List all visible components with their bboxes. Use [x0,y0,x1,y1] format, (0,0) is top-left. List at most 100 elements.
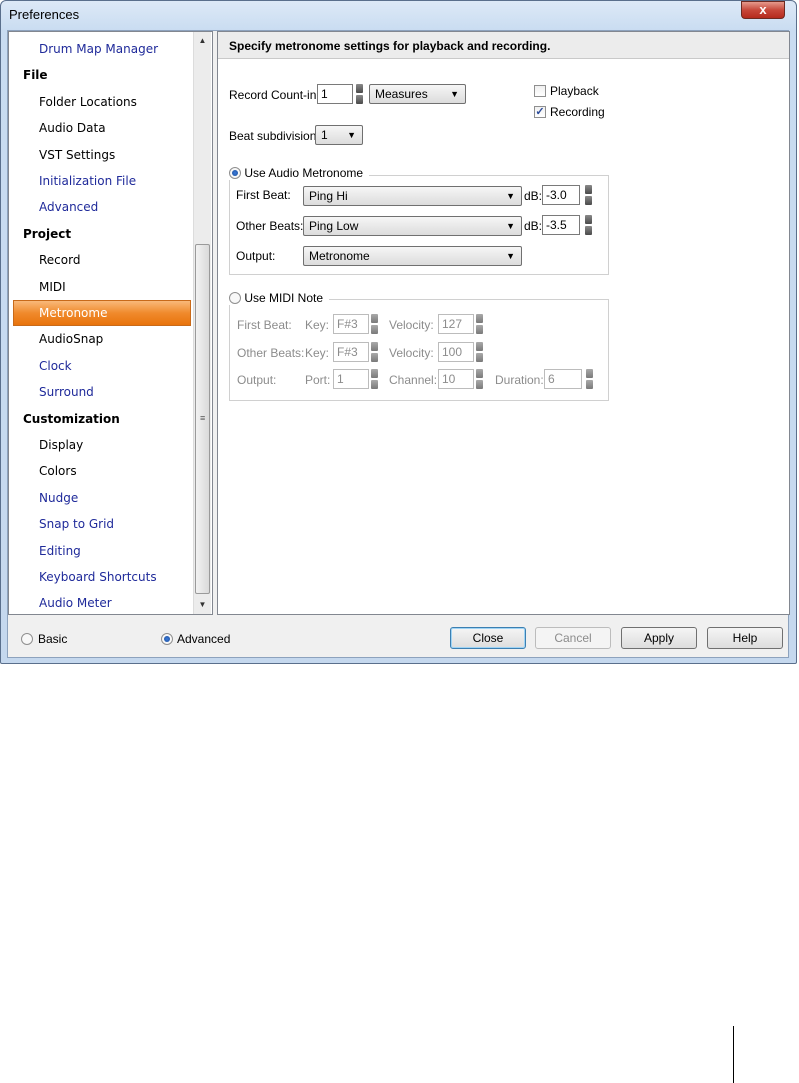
use-audio-metronome-label: Use Audio Metronome [244,166,364,180]
use-midi-note-label: Use MIDI Note [244,291,324,305]
advanced-mode-label: Advanced [177,632,231,646]
scroll-down-arrow-icon[interactable]: ▼ [194,596,211,613]
tree-item-audio-meter[interactable]: Audio Meter [9,590,212,614]
midi-first-key-spinner[interactable] [371,314,378,334]
midi-first-velocity-spinner[interactable] [476,314,483,334]
playback-label: Playback [550,84,599,98]
record-count-in-input[interactable]: 1 [317,84,353,104]
midi-channel-input[interactable]: 10 [438,369,474,389]
other-beats-label: Other Beats: [236,219,304,233]
first-db-input[interactable]: -3.0 [542,185,580,205]
tree-item-vst-settings[interactable]: VST Settings [9,142,212,168]
window-title: Preferences [9,7,80,22]
audio-output-label: Output: [236,249,276,263]
cancel-button[interactable]: Cancel [535,627,611,649]
panel-header-text: Specify metronome settings for playback … [229,39,551,53]
midi-port-input[interactable]: 1 [333,369,369,389]
tree-item-metronome[interactable]: Metronome [13,300,191,326]
apply-button[interactable]: Apply [621,627,697,649]
tree-item-folder-locations[interactable]: Folder Locations [9,89,212,115]
audio-output-value: Metronome [309,249,370,263]
midi-other-velocity-label: Velocity: [389,346,434,360]
other-db-label: dB: [524,219,543,233]
count-unit-value: Measures [375,87,428,101]
tree-item-keyboard-shortcuts[interactable]: Keyboard Shortcuts [9,564,212,590]
midi-channel-label: Channel: [389,373,438,387]
midi-first-key-label: Key: [305,318,330,332]
use-audio-metronome-radio[interactable] [229,167,241,179]
check-icon: ✓ [535,106,545,118]
midi-first-velocity-input[interactable]: 127 [438,314,474,334]
count-unit-dropdown[interactable]: Measures ▼ [369,84,466,104]
tree-item-display[interactable]: Display [9,432,212,458]
chevron-down-icon: ▼ [506,221,515,231]
tree-item-drum-map-manager[interactable]: Drum Map Manager [9,36,212,62]
page-margin-rule [733,1026,734,1083]
tree-item-project[interactable]: Project [9,221,209,247]
use-midi-note-radio[interactable] [229,292,241,304]
tree-item-initialization-file[interactable]: Initialization File [9,168,212,194]
tree-item-colors[interactable]: Colors [9,458,212,484]
tree-item-customization[interactable]: Customization [9,406,209,432]
tree-item-midi[interactable]: MIDI [9,274,212,300]
midi-first-key-input[interactable]: F#3 [333,314,369,334]
midi-output-label: Output: [237,373,277,387]
help-button[interactable]: Help [707,627,783,649]
midi-duration-label: Duration: [495,373,544,387]
midi-note-legend: Use MIDI Note [229,291,330,305]
tree-item-clock[interactable]: Clock [9,353,212,379]
midi-channel-spinner[interactable] [476,369,483,389]
recording-checkbox[interactable]: ✓ [534,106,546,118]
other-beats-sound-value: Ping Low [309,219,359,233]
other-db-input[interactable]: -3.5 [542,215,580,235]
beat-subdivision-label: Beat subdivision: [229,129,320,143]
midi-other-key-label: Key: [305,346,330,360]
audio-metronome-legend: Use Audio Metronome [229,166,370,180]
first-db-spinner[interactable] [585,185,592,205]
chevron-down-icon: ▼ [506,251,515,261]
beat-subdivision-value: 1 [321,128,328,142]
midi-other-velocity-input[interactable]: 100 [438,342,474,362]
other-beats-sound-dropdown[interactable]: Ping Low ▼ [303,216,522,236]
audio-output-dropdown[interactable]: Metronome ▼ [303,246,522,266]
playback-checkbox[interactable] [534,85,546,97]
first-beat-sound-value: Ping Hi [309,189,348,203]
scroll-thumb[interactable]: ≡ [195,244,210,594]
chevron-down-icon: ▼ [450,89,459,99]
record-count-in-spinner[interactable] [356,84,363,104]
other-db-spinner[interactable] [585,215,592,235]
tree-item-advanced[interactable]: Advanced [9,194,212,220]
beat-subdivision-dropdown[interactable]: 1 ▼ [315,125,363,145]
midi-other-velocity-spinner[interactable] [476,342,483,362]
record-count-in-label: Record Count-in: [229,88,320,102]
midi-first-beat-label: First Beat: [237,318,292,332]
tree-item-record[interactable]: Record [9,247,212,273]
basic-mode-label: Basic [38,632,68,646]
first-beat-label: First Beat: [236,188,291,202]
scroll-up-arrow-icon[interactable]: ▲ [194,32,211,49]
recording-label: Recording [550,105,605,119]
midi-other-key-spinner[interactable] [371,342,378,362]
close-button[interactable]: Close [450,627,526,649]
midi-first-velocity-label: Velocity: [389,318,434,332]
first-db-label: dB: [524,189,543,203]
tree-item-surround[interactable]: Surround [9,379,212,405]
tree-item-audiosnap[interactable]: AudioSnap [9,326,212,352]
midi-port-label: Port: [305,373,331,387]
tree-scrollbar[interactable]: ▲ ≡ ▼ [193,32,211,614]
close-window-button[interactable]: x [741,1,785,19]
midi-port-spinner[interactable] [371,369,378,389]
midi-duration-spinner[interactable] [586,369,593,389]
midi-other-key-input[interactable]: F#3 [333,342,369,362]
basic-mode-radio[interactable] [21,633,33,645]
tree-item-editing[interactable]: Editing [9,538,212,564]
chevron-down-icon: ▼ [506,191,515,201]
first-beat-sound-dropdown[interactable]: Ping Hi ▼ [303,186,522,206]
tree-item-nudge[interactable]: Nudge [9,485,212,511]
tree-item-snap-to-grid[interactable]: Snap to Grid [9,511,212,537]
midi-duration-input[interactable]: 6 [544,369,582,389]
midi-other-beats-label: Other Beats: [237,346,305,360]
tree-item-file[interactable]: File [9,62,209,88]
advanced-mode-radio[interactable] [161,633,173,645]
tree-item-audio-data[interactable]: Audio Data [9,115,212,141]
